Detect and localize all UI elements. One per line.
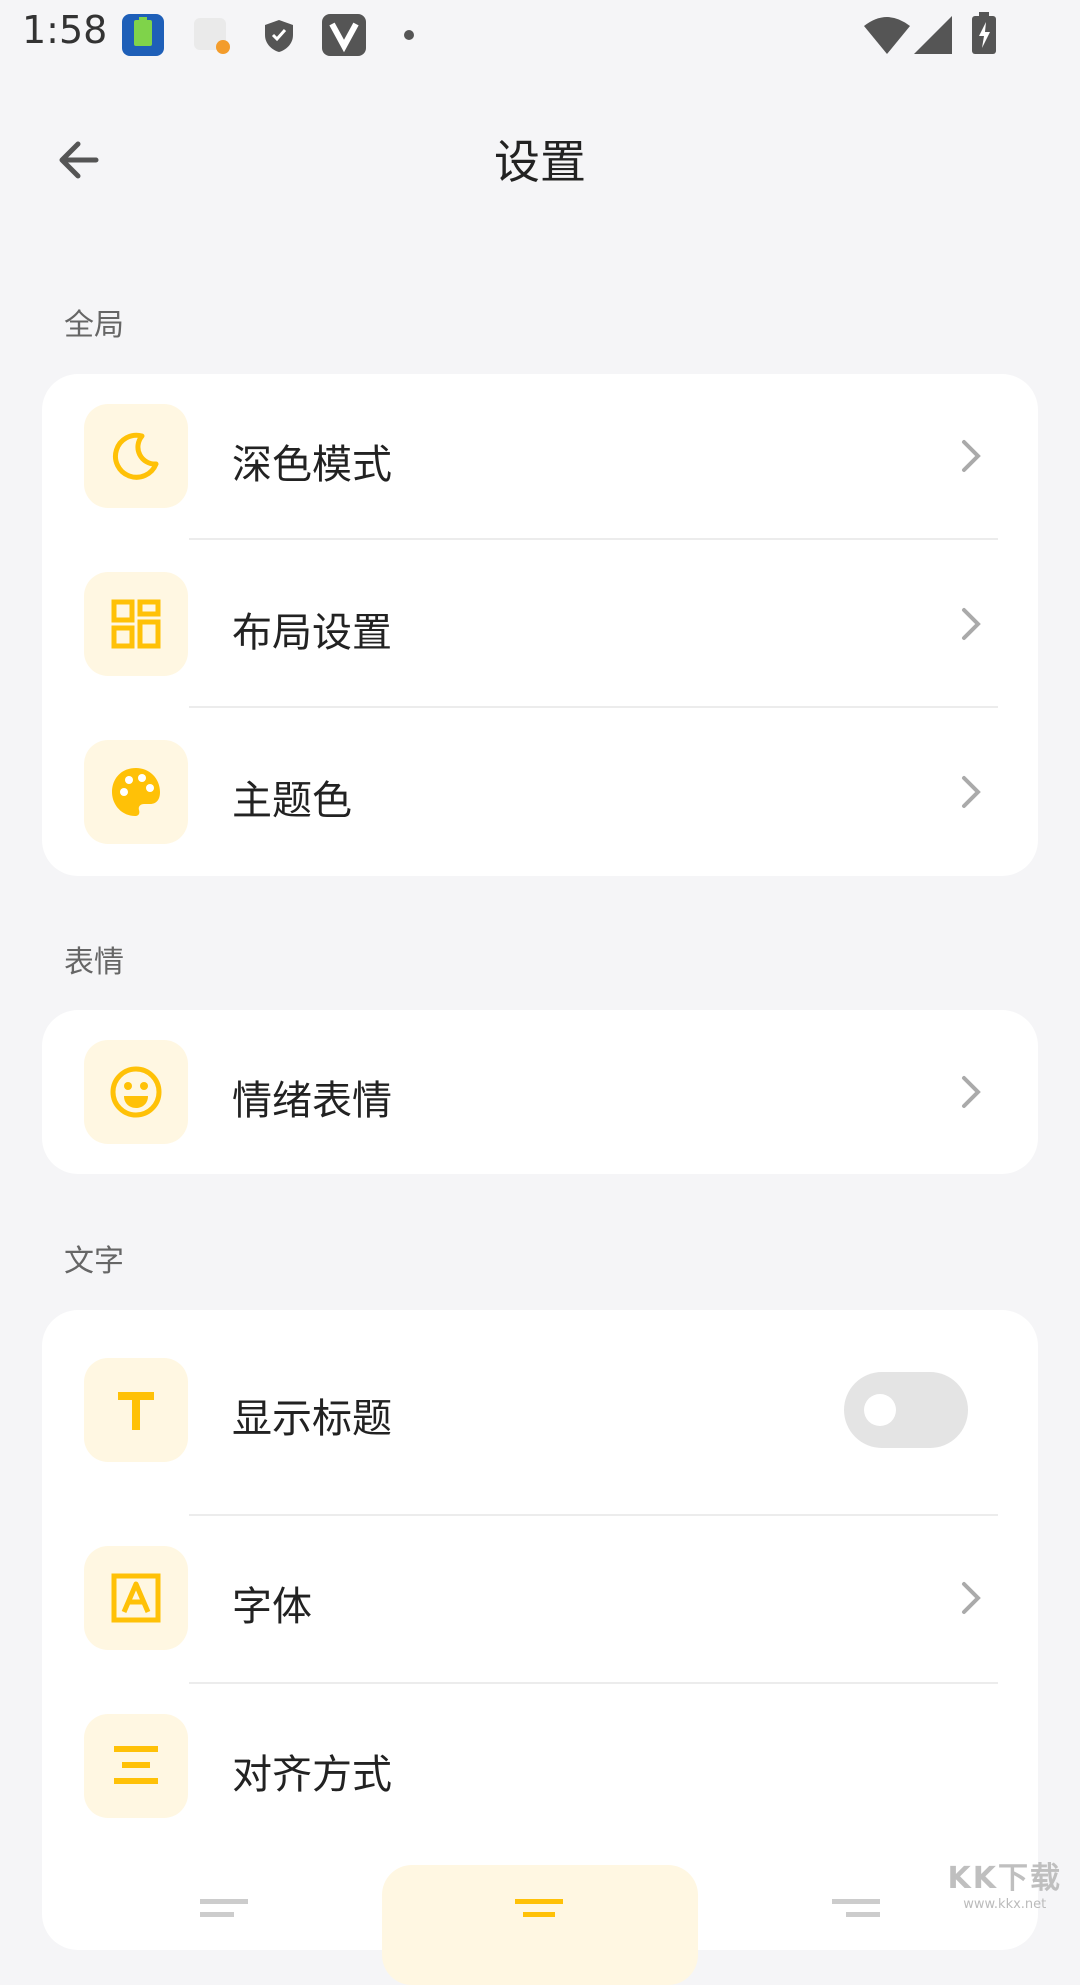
align-options <box>42 1865 1038 1985</box>
divider <box>189 1682 998 1684</box>
dot-icon <box>404 30 414 40</box>
align-icon-box <box>84 1714 188 1818</box>
row-dark-mode[interactable]: 深色模式 <box>42 404 1038 508</box>
moon-icon-box <box>84 404 188 508</box>
row-font[interactable]: 字体 <box>42 1546 1038 1650</box>
watermark-text: KK下载 <box>947 1861 1062 1896</box>
row-label: 对齐方式 <box>232 1752 392 1798</box>
chevron-right-icon <box>962 1582 981 1614</box>
row-label: 显示标题 <box>232 1396 392 1442</box>
palette-icon <box>112 768 160 816</box>
align-left-icon <box>200 1899 248 1917</box>
status-bar: 1:58 <box>0 0 1080 72</box>
v-app-icon <box>322 14 366 56</box>
wifi-icon <box>864 17 910 54</box>
font-a-icon <box>111 1573 161 1623</box>
moon-icon <box>113 432 159 480</box>
align-center-option[interactable] <box>382 1865 698 1985</box>
smiley-icon-box <box>84 1040 188 1144</box>
divider <box>189 538 998 540</box>
text-t-icon-box <box>84 1358 188 1462</box>
align-left-option[interactable] <box>62 1865 378 1985</box>
cell-signal-icon <box>914 16 952 54</box>
battery-charging-icon <box>972 12 996 54</box>
page-title: 设置 <box>494 135 586 189</box>
shield-icon <box>265 20 293 52</box>
card-text: 显示标题 字体 对齐方式 <box>42 1310 1038 1985</box>
align-center-icon <box>114 1746 158 1784</box>
row-mood-emoji[interactable]: 情绪表情 <box>42 1040 1038 1144</box>
row-alignment: 对齐方式 <box>42 1714 1038 1818</box>
text-t-icon <box>118 1392 154 1430</box>
row-show-title: 显示标题 <box>42 1358 1038 1462</box>
section-label-global: 全局 <box>64 308 124 343</box>
row-layout-settings[interactable]: 布局设置 <box>42 572 1038 676</box>
notification-app-icon <box>194 18 230 54</box>
align-center-icon <box>515 1899 563 1917</box>
font-icon-box <box>84 1546 188 1650</box>
card-emoji: 情绪表情 <box>42 1010 1038 1174</box>
chevron-right-icon <box>962 440 981 472</box>
watermark: KK下载 www.kkx.net <box>948 1853 1063 1912</box>
toggle-knob <box>864 1394 896 1426</box>
show-title-toggle[interactable] <box>844 1372 968 1448</box>
smiley-icon <box>110 1066 162 1118</box>
row-label: 布局设置 <box>232 610 392 656</box>
app-bar: 设置 <box>0 90 1080 220</box>
chevron-right-icon <box>962 776 981 808</box>
section-label-emoji: 表情 <box>64 945 124 980</box>
section-label-text: 文字 <box>64 1244 124 1279</box>
card-global: 深色模式 布局设置 主题色 <box>42 374 1038 876</box>
row-label: 情绪表情 <box>232 1078 392 1124</box>
row-label: 字体 <box>232 1584 312 1630</box>
row-label: 深色模式 <box>232 442 392 488</box>
palette-icon-box <box>84 740 188 844</box>
row-label: 主题色 <box>232 778 352 824</box>
layout-grid-icon <box>111 599 161 649</box>
align-right-icon <box>832 1899 880 1917</box>
row-theme-color[interactable]: 主题色 <box>42 740 1038 844</box>
divider <box>189 706 998 708</box>
watermark-url: www.kkx.net <box>963 1897 1047 1912</box>
layout-icon-box <box>84 572 188 676</box>
chevron-right-icon <box>962 608 981 640</box>
divider <box>189 1514 998 1516</box>
battery-app-icon <box>122 14 164 56</box>
chevron-right-icon <box>962 1076 981 1108</box>
status-time: 1:58 <box>22 8 108 52</box>
